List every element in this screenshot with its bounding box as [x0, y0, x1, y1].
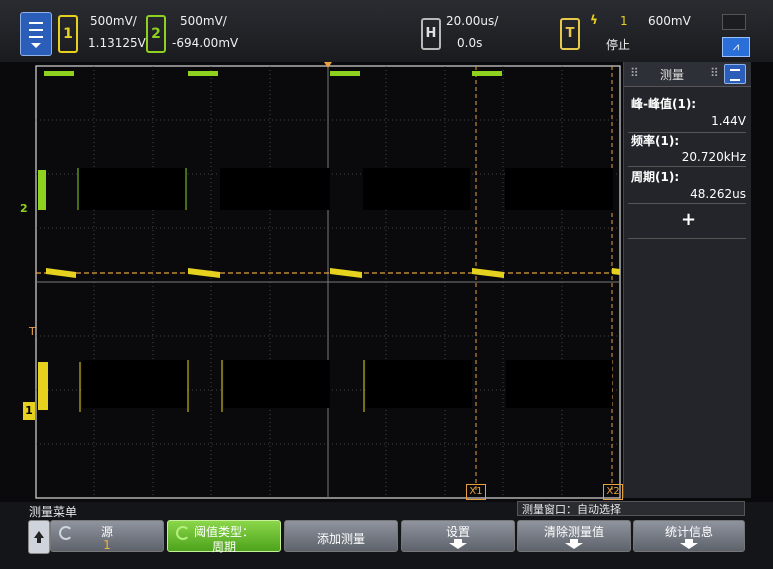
channel-2-scale: 500mV/ — [180, 14, 227, 28]
measurement-value-period: 48.262us — [690, 187, 746, 201]
measurement-value-frequency: 20.720kHz — [681, 150, 746, 164]
trigger-badge[interactable]: T — [560, 18, 580, 50]
measurement-panel: ⠿ 测量 ⠿ 峰-峰值(1): 1.44V 频率(1): 20.720kHz 周… — [623, 62, 751, 498]
panel-menu-icon[interactable] — [724, 64, 746, 84]
top-status-bar: 1 500mV/ 1.13125V 2 500mV/ -694.00mV H 2… — [0, 0, 773, 62]
measurement-panel-title: 测量 — [660, 68, 685, 82]
display-icon — [722, 14, 746, 30]
chevron-down-icon — [31, 43, 41, 48]
softkey-label: 添加测量 — [316, 532, 365, 546]
softkey-label: 清除测量值 — [543, 525, 604, 539]
channel-2-offset: -694.00mV — [172, 36, 239, 50]
trigger-source: 1 — [620, 14, 628, 28]
measurement-label-peak-to-peak: 峰-峰值(1): — [631, 97, 697, 111]
cursor-x2-marker[interactable]: X2 — [603, 484, 623, 500]
channel-1-offset: 1.13125V — [88, 36, 146, 50]
horizontal-badge[interactable]: H — [421, 18, 441, 50]
horizontal-delay: 0.0s — [457, 36, 483, 50]
softkey-add-measurement[interactable]: 添加测量 — [284, 520, 398, 552]
cursor-x1-marker[interactable]: X1 — [466, 484, 486, 500]
measurement-label-period: 周期(1): — [631, 170, 680, 184]
arrow-down-icon — [565, 539, 583, 549]
softkey-statistics[interactable]: 统计信息 — [633, 520, 745, 552]
divider — [628, 166, 746, 167]
back-button[interactable] — [28, 520, 50, 554]
menu-name: 测量菜单 — [29, 505, 78, 519]
softkey-source[interactable]: 源 1 — [50, 520, 164, 552]
drag-handle-icon[interactable]: ⠿ — [710, 66, 719, 80]
softkey-label: 统计信息 — [664, 525, 713, 539]
arrow-down-icon — [680, 539, 698, 549]
menu-button[interactable] — [20, 12, 52, 56]
channel-1-badge[interactable]: 1 — [58, 15, 78, 53]
measurement-label-frequency: 频率(1): — [631, 134, 680, 148]
trigger-edge-icon[interactable]: ⩘ — [722, 37, 750, 57]
softkey-threshold-type[interactable]: 阈值类型： 周期 — [167, 520, 281, 554]
softkey-clear-measurements[interactable]: 清除测量值 — [517, 520, 631, 552]
measurement-value-peak-to-peak: 1.44V — [711, 114, 746, 128]
drag-handle-icon[interactable]: ⠿ — [630, 66, 639, 80]
channel-2-ground-marker[interactable]: 2 — [20, 202, 28, 215]
arrow-down-icon — [449, 539, 467, 549]
softkey-settings[interactable]: 设置 — [401, 520, 515, 552]
rising-edge-icon: ϟ — [590, 13, 598, 27]
acquisition-status: 停止 — [606, 38, 631, 52]
measurement-window-info: 测量窗口：自动选择 — [517, 501, 745, 516]
softkey-label: 设置 — [445, 525, 470, 539]
divider — [628, 238, 746, 239]
channel-1-scale: 500mV/ — [90, 14, 137, 28]
horizontal-scale: 20.00us/ — [446, 14, 499, 28]
softkey-value: 1 — [103, 538, 111, 552]
measurement-panel-header: ⠿ 测量 ⠿ — [624, 62, 751, 87]
add-measurement-icon[interactable]: + — [681, 209, 696, 230]
channel-2-badge[interactable]: 2 — [146, 15, 166, 53]
trigger-level-marker[interactable]: T — [29, 325, 36, 338]
softkey-value: 周期 — [211, 540, 236, 554]
channel-1-ground-marker[interactable]: 1 — [23, 402, 35, 420]
divider — [628, 203, 746, 204]
trigger-level: 600mV — [648, 14, 691, 28]
menu-icon — [29, 22, 43, 38]
